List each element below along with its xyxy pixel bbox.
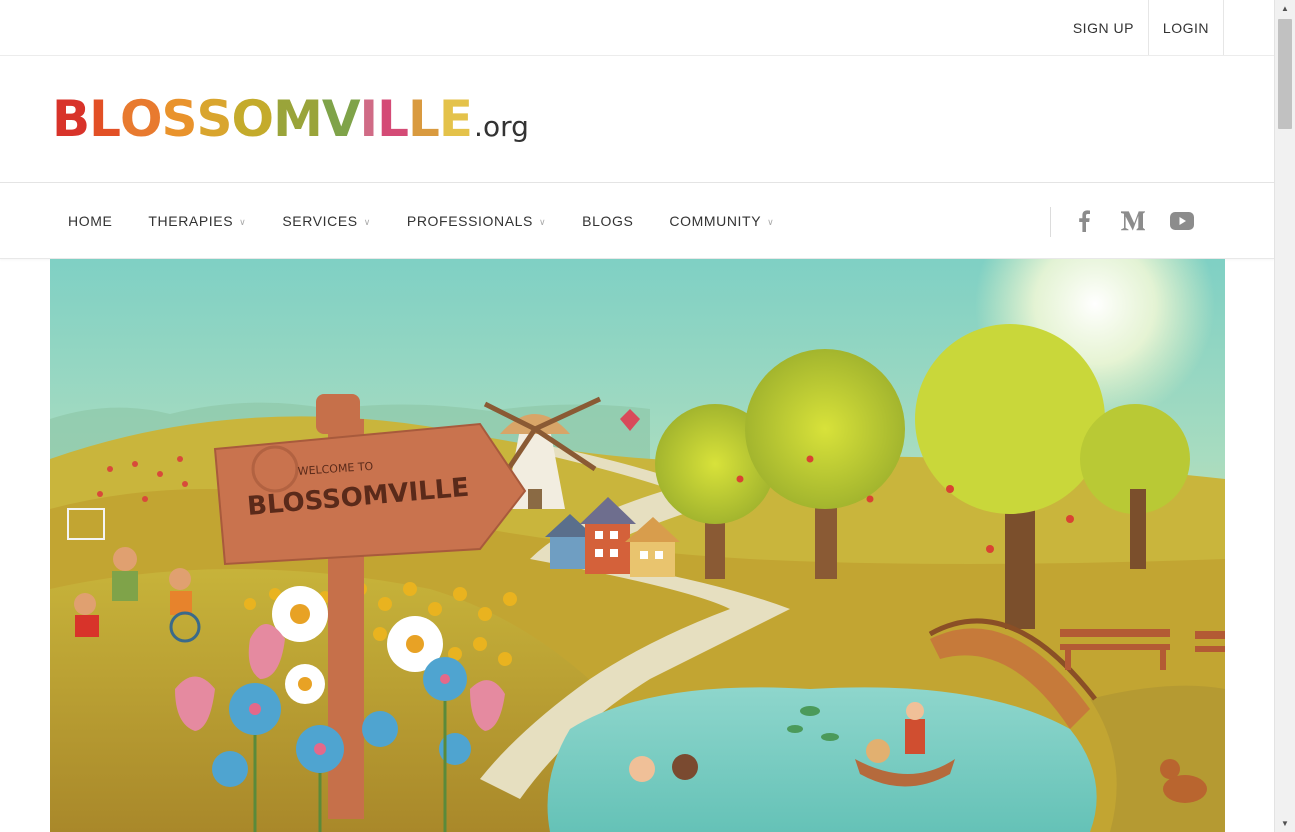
- social-links: [1070, 207, 1196, 235]
- header: BLOSSOMVILLE .org: [0, 56, 1274, 183]
- logo-letter: I: [359, 90, 379, 148]
- nav-item-label: BLOGS: [582, 212, 634, 229]
- account-links: SIGN UP LOGIN: [1059, 0, 1224, 55]
- nav-item-blogs[interactable]: BLOGS: [564, 213, 651, 229]
- top-bar: SIGN UP LOGIN: [0, 0, 1274, 56]
- signup-link[interactable]: SIGN UP: [1059, 0, 1148, 55]
- page-scrollbar[interactable]: ▲ ▼: [1274, 0, 1295, 832]
- logo-letter: V: [321, 90, 361, 148]
- chevron-down-icon: ∨: [363, 217, 371, 227]
- logo-letter: O: [120, 90, 163, 148]
- nav-item-label: COMMUNITY: [669, 212, 762, 229]
- nav-item-services[interactable]: SERVICES ∨: [264, 213, 389, 229]
- nav-item-professionals[interactable]: PROFESSIONALS ∨: [389, 213, 564, 229]
- logo-letter: L: [377, 90, 409, 148]
- logo-letter: M: [273, 90, 323, 148]
- nav-item-community[interactable]: COMMUNITY ∨: [651, 213, 792, 229]
- logo-letter: O: [231, 90, 275, 148]
- chevron-down-icon: ∨: [239, 217, 247, 227]
- logo-letter: L: [408, 90, 440, 148]
- nav-item-label: THERAPIES: [148, 212, 234, 229]
- scroll-thumb[interactable]: [1278, 19, 1292, 129]
- facebook-icon[interactable]: [1070, 207, 1098, 235]
- nav-menu: HOME THERAPIES ∨ SERVICES ∨ PROFESSIONALS ∨ BLO…: [50, 183, 792, 258]
- chevron-down-icon: ∨: [538, 217, 547, 227]
- site-logo[interactable]: BLOSSOMVILLE .org: [52, 94, 529, 144]
- logo-suffix: .org: [474, 110, 529, 143]
- logo-letter: S: [196, 90, 233, 148]
- nav-item-home[interactable]: HOME: [50, 213, 130, 229]
- logo-letter: L: [89, 90, 121, 148]
- scroll-up-arrow-icon[interactable]: ▲: [1275, 0, 1295, 17]
- nav-item-therapies[interactable]: THERAPIES ∨: [130, 213, 264, 229]
- youtube-icon[interactable]: [1168, 207, 1196, 235]
- nav-item-label: HOME: [68, 212, 113, 229]
- logo-letter: S: [161, 90, 198, 148]
- main-navigation: HOME THERAPIES ∨ SERVICES ∨ PROFESSIONALS ∨ BLO…: [0, 183, 1274, 259]
- login-link[interactable]: LOGIN: [1147, 0, 1224, 55]
- nav-item-label: PROFESSIONALS: [406, 212, 533, 229]
- logo-wordmark: BLOSSOMVILLE: [52, 90, 473, 148]
- scroll-down-arrow-icon[interactable]: ▼: [1275, 815, 1295, 832]
- chevron-down-icon: ∨: [767, 217, 775, 227]
- nav-item-label: SERVICES: [282, 212, 358, 229]
- village-scene: WELCOME TO BLOSSOMVILLE: [50, 259, 1225, 832]
- hero-illustration: WELCOME TO BLOSSOMVILLE: [50, 259, 1225, 832]
- medium-icon[interactable]: [1119, 207, 1147, 235]
- logo-letter: E: [438, 90, 473, 148]
- logo-letter: B: [52, 90, 90, 148]
- nav-divider: [1050, 207, 1051, 237]
